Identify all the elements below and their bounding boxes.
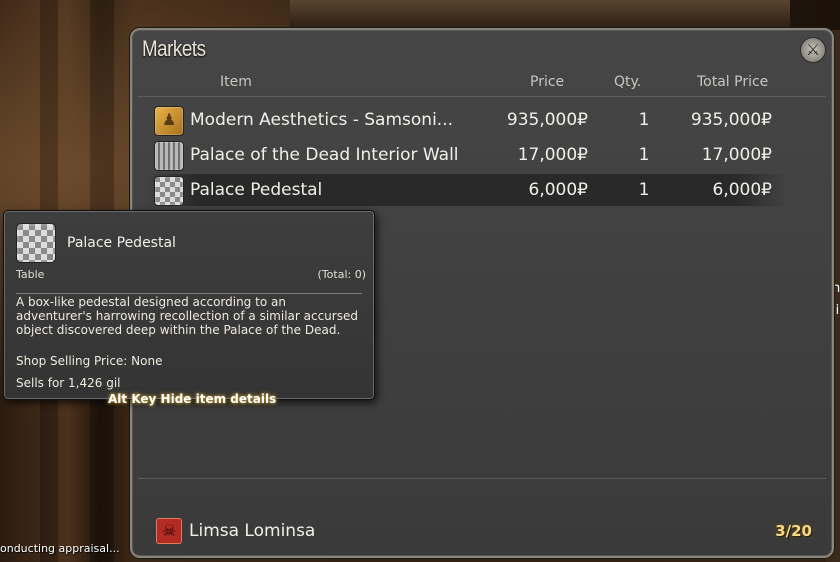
listing-qty: 1 [638, 145, 650, 165]
tooltip-total: (Total: 0) [317, 268, 366, 281]
tooltip-sells-for: Sells for 1,426 gil [16, 376, 121, 390]
hide-details-hint: Alt Key Hide item details [108, 392, 277, 406]
tooltip-shop-price: Shop Selling Price: None [16, 354, 163, 368]
window-title: Markets [142, 36, 206, 61]
item-tooltip: Palace Pedestal Table (Total: 0) A box-l… [3, 210, 375, 400]
listing-price: 935,000₽ [506, 110, 588, 130]
listing-qty: 1 [638, 180, 650, 200]
interior-wall-icon [154, 141, 184, 171]
listing-name: Palace Pedestal [190, 180, 323, 200]
pedestal-icon [16, 223, 56, 263]
listing-total: 17,000₽ [701, 145, 772, 165]
close-icon[interactable]: ⚔ [800, 37, 826, 63]
pedestal-icon [154, 176, 184, 206]
background-scene [290, 0, 790, 30]
listing-price: 6,000₽ [528, 180, 588, 200]
listing-row[interactable]: Modern Aesthetics - Samsoni... 935,000₽ … [146, 104, 786, 136]
limsa-crest-icon: ☠ [156, 518, 182, 544]
listing-total: 6,000₽ [712, 180, 772, 200]
listing-name: Modern Aesthetics - Samsoni... [190, 110, 454, 130]
location-name: Limsa Lominsa [189, 521, 316, 541]
footer-divider [138, 478, 826, 479]
listing-row[interactable]: Palace of the Dead Interior Wall 17,000₽… [146, 139, 786, 171]
tooltip-item-type: Table [16, 268, 45, 281]
column-header-qty[interactable]: Qty. [614, 74, 641, 90]
column-header-total-price[interactable]: Total Price [697, 74, 768, 90]
tooltip-description: A box-like pedestal designed according t… [16, 295, 358, 337]
page-count: 3/20 [775, 522, 812, 540]
listing-qty: 1 [638, 110, 650, 130]
gold-figure-icon [154, 106, 184, 136]
header-divider [138, 96, 826, 97]
status-message: onducting appraisal... [0, 542, 120, 555]
listing-price: 17,000₽ [517, 145, 588, 165]
column-header-price[interactable]: Price [530, 74, 564, 90]
column-header-item[interactable]: Item [220, 74, 252, 90]
listing-total: 935,000₽ [690, 110, 772, 130]
tooltip-divider [16, 293, 362, 294]
tooltip-item-name: Palace Pedestal [67, 235, 176, 251]
listing-row-selected[interactable]: Palace Pedestal 6,000₽ 1 6,000₽ [146, 174, 786, 206]
listing-name: Palace of the Dead Interior Wall [190, 145, 459, 165]
